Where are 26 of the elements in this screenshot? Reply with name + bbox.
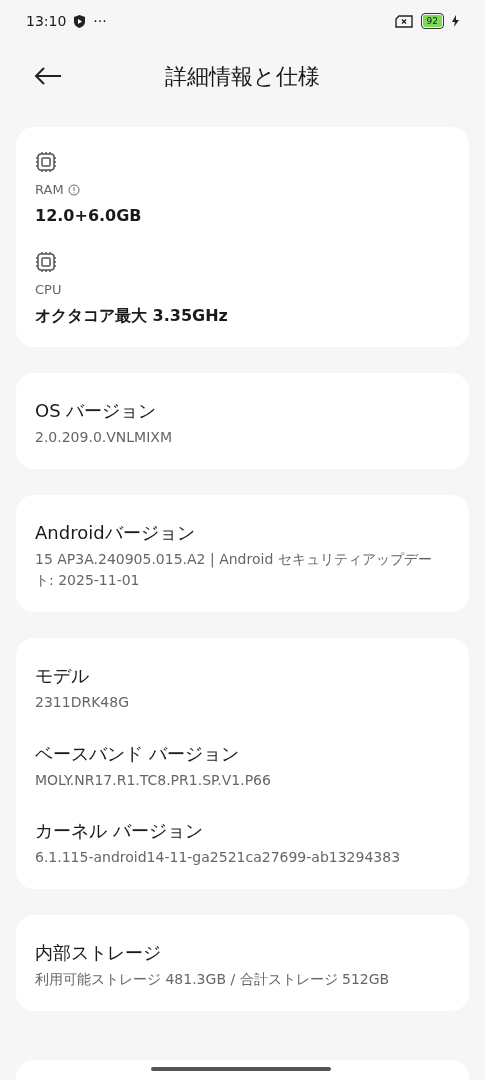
entry-title: カーネル バージョン	[35, 819, 204, 844]
status-time: 13:10	[26, 13, 67, 29]
entry-value: 2.0.209.0.VNLMIXM	[35, 428, 173, 447]
entry-value: 15 AP3A.240905.015.A2 | Android セキュリティアップデート: 2025-11-01	[35, 549, 433, 591]
chip-icon	[35, 251, 57, 273]
info-icon[interactable]	[67, 183, 80, 196]
no-sim-icon	[394, 14, 413, 28]
entry-title: ベースバンド バージョン	[35, 741, 240, 766]
entry-value: 6.1.115-android14-11-ga2521ca27699-ab13294383	[35, 848, 402, 868]
entry-title: 内部ストレージ	[35, 941, 162, 966]
spec-value: オクタコア最大 3.35GHz	[35, 306, 229, 327]
entry-value: 2311DRK48G	[35, 693, 130, 713]
battery-indicator: 92	[420, 13, 444, 29]
entry-value: 利用可能ストレージ 481.3GB / 合計ストレージ 512GB	[35, 970, 391, 990]
page-title: 詳細情報と仕様	[165, 63, 320, 91]
shield-icon	[74, 14, 86, 28]
entry-title: モデル	[35, 664, 90, 689]
spec-label: CPU	[35, 282, 62, 297]
spec-label: RAM	[35, 182, 64, 197]
charging-icon	[452, 15, 459, 27]
more-indicator: ···	[93, 13, 107, 29]
entry-value: MOLY.NR17.R1.TC8.PR1.SP.V1.P66	[35, 770, 272, 790]
spec-value: 12.0+6.0GB	[35, 206, 143, 225]
entry-title: OS バージョン	[35, 399, 158, 423]
chip-icon	[35, 151, 57, 173]
entry-title: Androidバージョン	[35, 520, 196, 545]
